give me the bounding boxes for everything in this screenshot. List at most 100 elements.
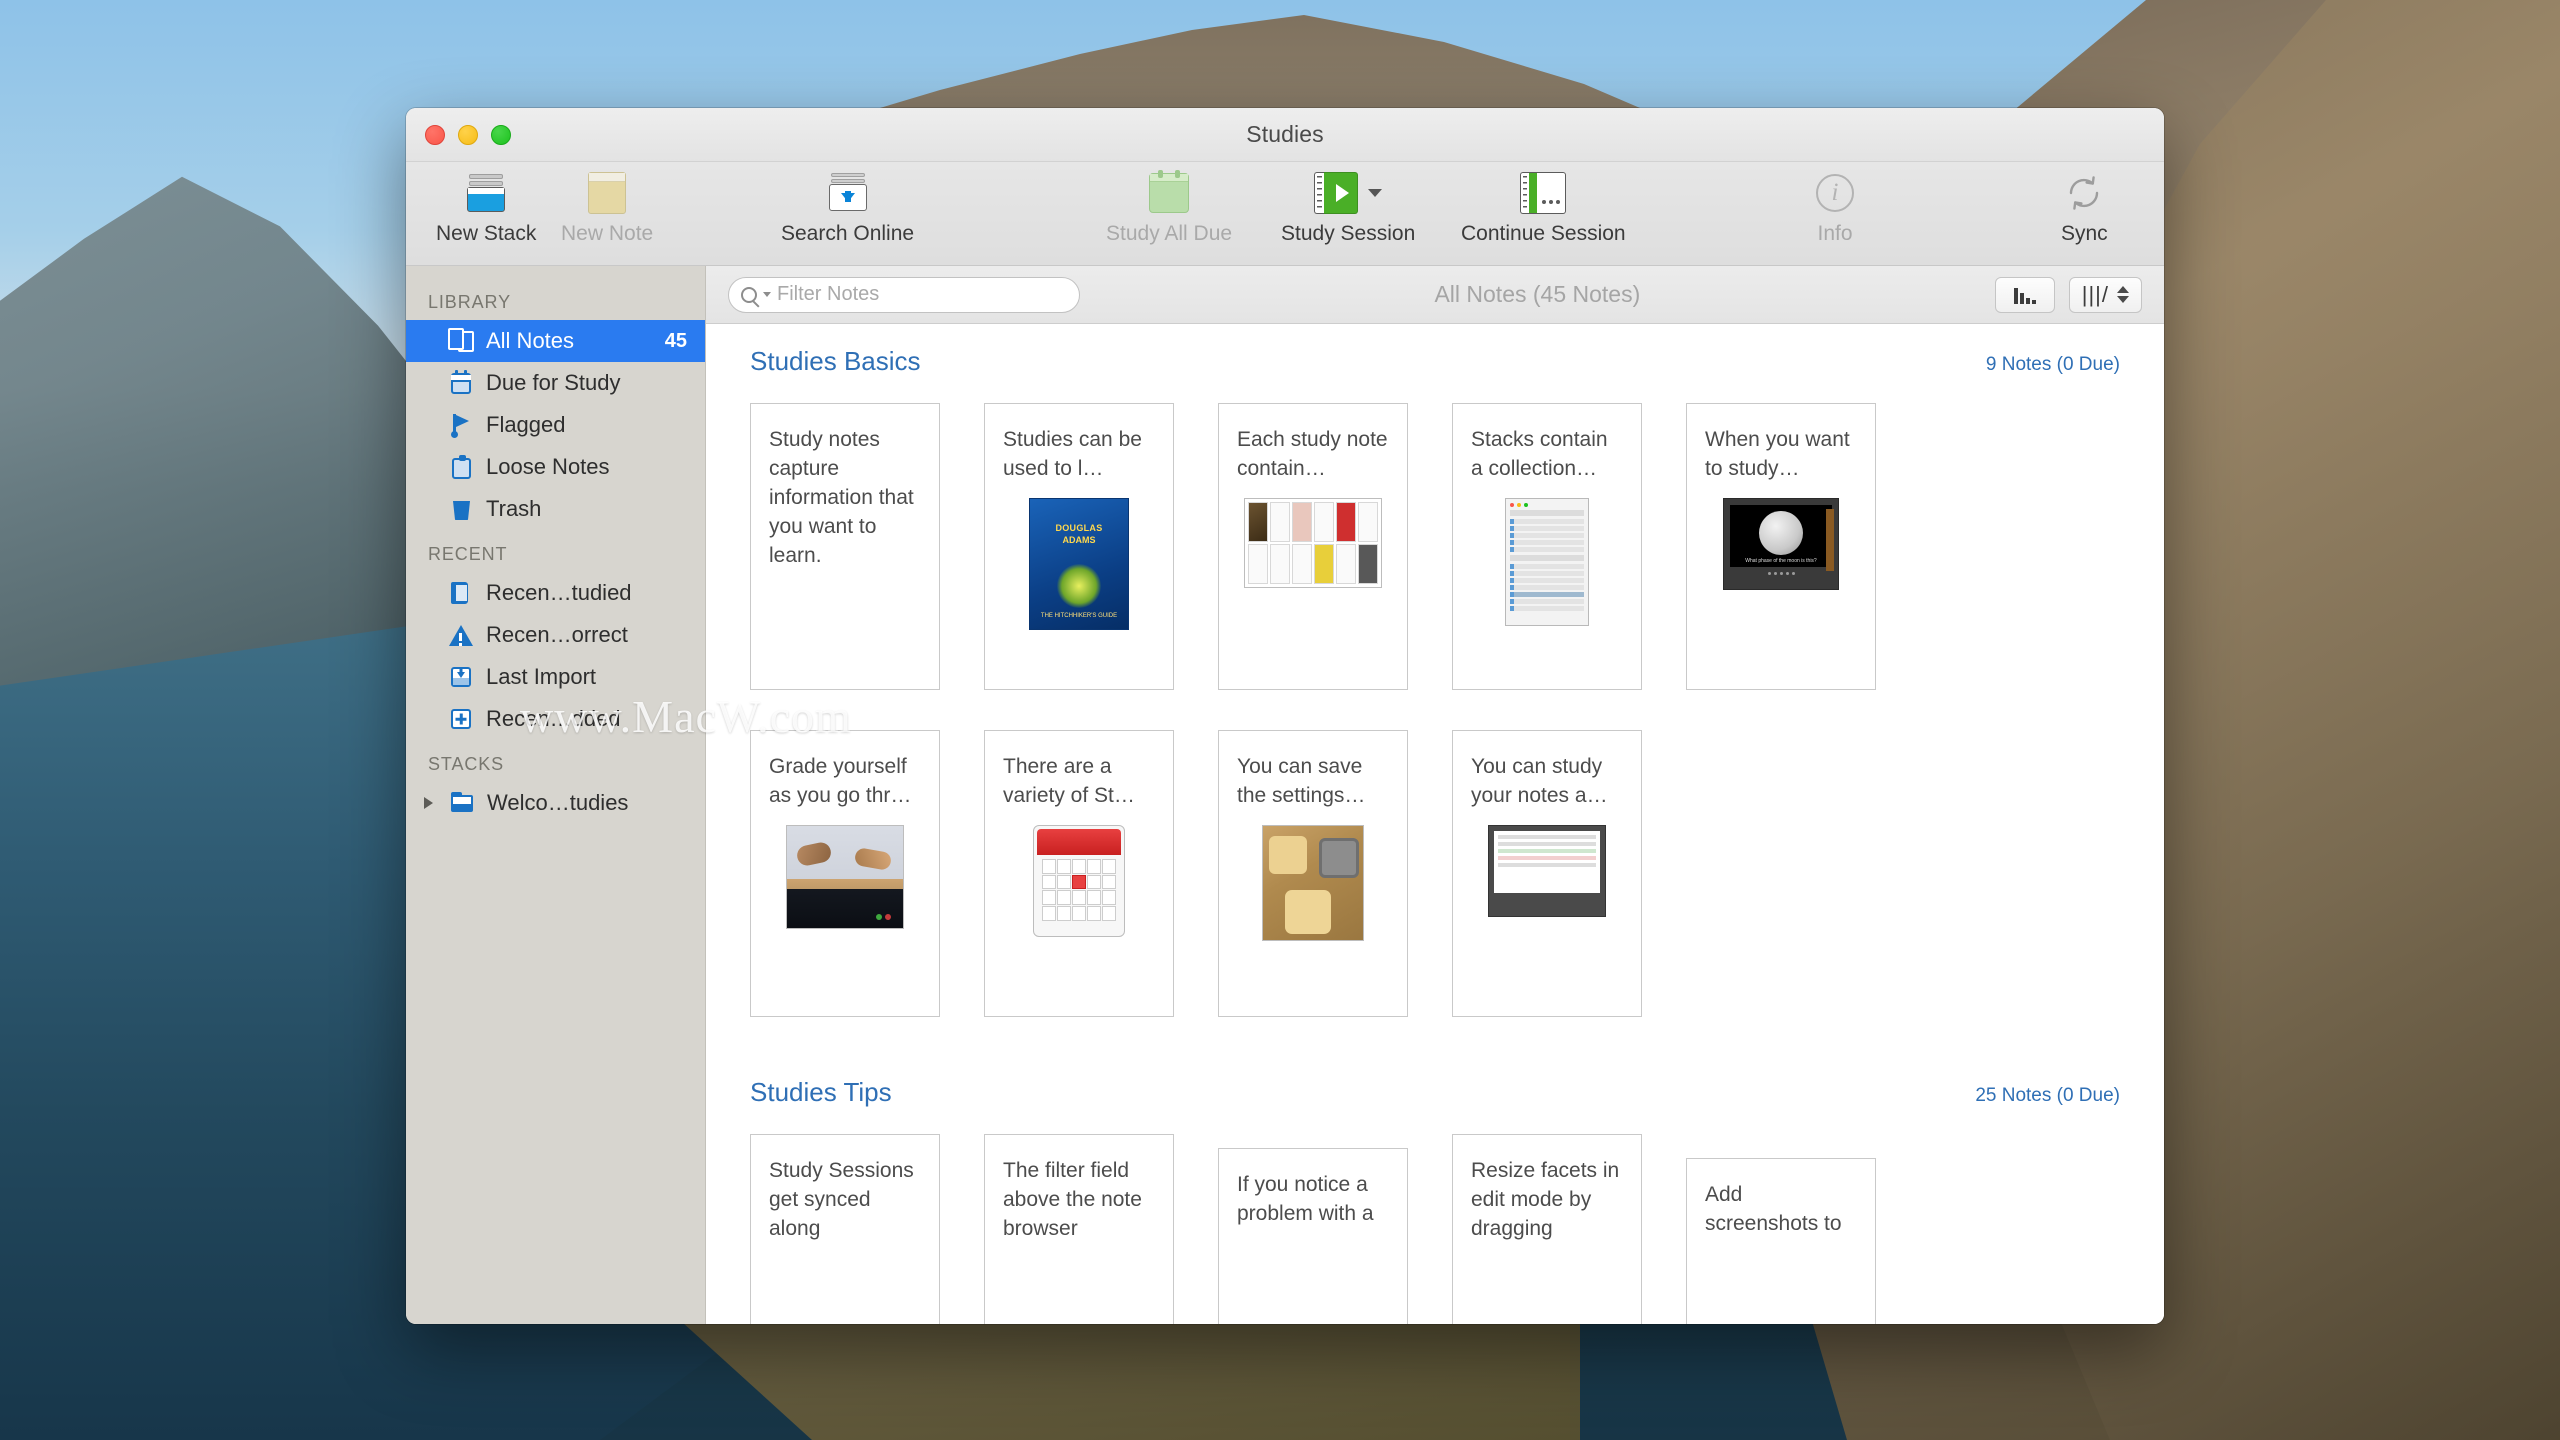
close-button[interactable] [425, 124, 445, 145]
toolbar-search-online[interactable]: Search Online [781, 162, 914, 246]
sidebar: LIBRARY All Notes 45 Due for Study Flagg… [406, 266, 706, 1324]
desktop-wallpaper: Studies New Stack New Note Search Online… [0, 0, 2560, 1440]
filter-toolbar: All Notes (45 Notes) |||/ [706, 266, 2164, 324]
trash-icon [448, 496, 474, 522]
note-card-text: You can study your notes a… [1471, 755, 1608, 807]
toolbar-info-label: Info [1817, 222, 1853, 245]
window-body: LIBRARY All Notes 45 Due for Study Flagg… [406, 266, 2164, 1324]
search-online-icon [827, 170, 869, 216]
section-header: Studies Tips 25 Notes (0 Due) [750, 1077, 2120, 1108]
chevron-down-icon[interactable] [763, 292, 771, 297]
sidebar-item-flagged[interactable]: Flagged [406, 404, 705, 446]
notes-icon [448, 328, 474, 354]
search-icon [741, 286, 757, 303]
toolbar-search-online-label: Search Online [781, 222, 915, 245]
chevron-down-icon[interactable] [1368, 189, 1383, 197]
note-card[interactable]: Grade yourself as you go thr… [750, 726, 944, 1017]
toolbar-sync[interactable]: Sync [2061, 162, 2108, 246]
section-title[interactable]: Studies Basics [750, 346, 921, 377]
sidebar-item-trash[interactable]: Trash [406, 488, 705, 530]
note-card[interactable]: There are a variety of St… [984, 726, 1178, 1017]
layout-icon: |||/ [2081, 281, 2109, 307]
note-card[interactable]: Study Sessions get synced along [750, 1134, 940, 1324]
note-card-text: The filter field above the note browser [1003, 1159, 1142, 1240]
sidebar-item-trash-label: Trash [486, 496, 542, 521]
toolbar-new-note[interactable]: New Note [561, 162, 653, 246]
new-stack-icon [465, 170, 507, 216]
study-session-icon [1314, 170, 1383, 216]
toolbar-study-session[interactable]: Study Session [1281, 162, 1415, 246]
calendar-icon [448, 370, 474, 396]
note-card-row: Grade yourself as you go thr… There are … [750, 726, 2120, 1017]
toolbar-study-session-label: Study Session [1281, 222, 1416, 245]
note-card[interactable]: You can save the settings… [1218, 726, 1412, 1017]
sidebar-item-due-for-study[interactable]: Due for Study [406, 362, 705, 404]
note-card-text: Grade yourself as you go thr… [769, 755, 912, 807]
sidebar-item-recently-incorrect[interactable]: Recen…orrect [406, 614, 705, 656]
note-card-text: Stacks contain a collection… [1471, 428, 1608, 480]
zoom-button[interactable] [491, 124, 511, 145]
note-card-text: Study Sessions get synced along [769, 1159, 914, 1240]
sidebar-item-recently-studied-label: Recen…tudied [486, 580, 632, 605]
note-card-row: Study notes capture information that you… [750, 399, 2120, 690]
note-card-text: Add screenshots to [1705, 1183, 1842, 1235]
notes-browser[interactable]: Studies Basics 9 Notes (0 Due) Study not… [706, 324, 2164, 1324]
sidebar-item-all-notes-label: All Notes [486, 328, 575, 353]
folder-icon [449, 790, 475, 816]
sidebar-item-last-import[interactable]: Last Import [406, 656, 705, 698]
note-card[interactable]: When you want to study… What phase of th… [1686, 399, 1880, 690]
stats-button[interactable] [1994, 276, 2055, 313]
note-card[interactable]: Each study note contain… [1218, 399, 1412, 690]
note-thumbnail-calendar-icon [1033, 824, 1125, 937]
sidebar-item-all-notes[interactable]: All Notes 45 [406, 320, 705, 362]
note-thumbnail-app-icon [1488, 824, 1606, 917]
search-input[interactable] [777, 283, 1067, 306]
layout-selector[interactable]: |||/ [2068, 276, 2142, 313]
note-card[interactable]: Add screenshots to [1686, 1158, 1876, 1324]
sidebar-item-loose-notes[interactable]: Loose Notes [406, 446, 705, 488]
note-card[interactable]: You can study your notes a… [1452, 726, 1646, 1017]
note-thumbnail-cookies-icon [1262, 824, 1364, 941]
stats-icon [2013, 286, 2036, 304]
sidebar-item-all-notes-count: 45 [664, 329, 687, 352]
note-card[interactable]: Study notes capture information that you… [750, 403, 940, 690]
sync-icon [2064, 170, 2104, 216]
note-card[interactable]: Stacks contain a collection… [1452, 399, 1646, 690]
sidebar-item-recently-incorrect-label: Recen…orrect [486, 622, 628, 647]
sidebar-item-recently-added[interactable]: Recen…dded [406, 698, 705, 740]
toolbar-study-all-due[interactable]: Study All Due [1106, 162, 1232, 246]
sidebar-item-loose-notes-label: Loose Notes [486, 454, 610, 479]
note-card[interactable]: Resize facets in edit mode by dragging [1452, 1134, 1642, 1324]
toolbar-continue-session[interactable]: Continue Session [1461, 162, 1626, 246]
content-pane: All Notes (45 Notes) |||/ [706, 266, 2164, 1324]
sidebar-item-welcome-to-studies[interactable]: Welco…tudies [406, 782, 705, 824]
note-card-row: Study Sessions get synced along The filt… [750, 1134, 2120, 1324]
disclosure-triangle-icon[interactable] [424, 797, 433, 809]
window-controls [425, 124, 511, 145]
note-thumbnail-book-icon: DOUGLAS ADAMS THE HITCHHIKER'S GUIDE [1029, 497, 1129, 630]
toolbar-sync-label: Sync [2061, 222, 2108, 245]
minimize-button[interactable] [458, 124, 478, 145]
note-card[interactable]: Studies can be used to l… DOUGLAS ADAMS T… [984, 399, 1178, 690]
search-field-wrapper[interactable] [728, 276, 1080, 313]
stepper-icon[interactable] [2117, 286, 2129, 303]
toolbar-new-stack-label: New Stack [436, 222, 537, 245]
note-card-text: When you want to study… [1705, 428, 1850, 480]
flag-icon [448, 412, 474, 438]
sidebar-item-welcome-to-studies-label: Welco…tudies [487, 790, 629, 815]
note-section-studies-tips: Studies Tips 25 Notes (0 Due) Study Sess… [706, 1017, 2164, 1324]
scope-title: All Notes (45 Notes) [1434, 281, 1641, 307]
toolbar-new-stack[interactable]: New Stack [436, 162, 536, 246]
continue-session-icon [1520, 170, 1567, 216]
toolbar-info[interactable]: i Info [1816, 162, 1854, 246]
new-note-icon [588, 170, 627, 216]
note-card[interactable]: If you notice a problem with a [1218, 1148, 1408, 1324]
sidebar-item-recently-studied[interactable]: Recen…tudied [406, 572, 705, 614]
section-title[interactable]: Studies Tips [750, 1077, 892, 1108]
section-meta: 25 Notes (0 Due) [1975, 1085, 2120, 1106]
note-section-studies-basics: Studies Basics 9 Notes (0 Due) Study not… [706, 324, 2164, 1017]
note-card-text: Studies can be used to l… [1003, 428, 1142, 480]
toolbar-new-note-label: New Note [561, 222, 654, 245]
note-card[interactable]: The filter field above the note browser [984, 1134, 1174, 1324]
note-thumbnail-window-icon [1505, 497, 1589, 626]
